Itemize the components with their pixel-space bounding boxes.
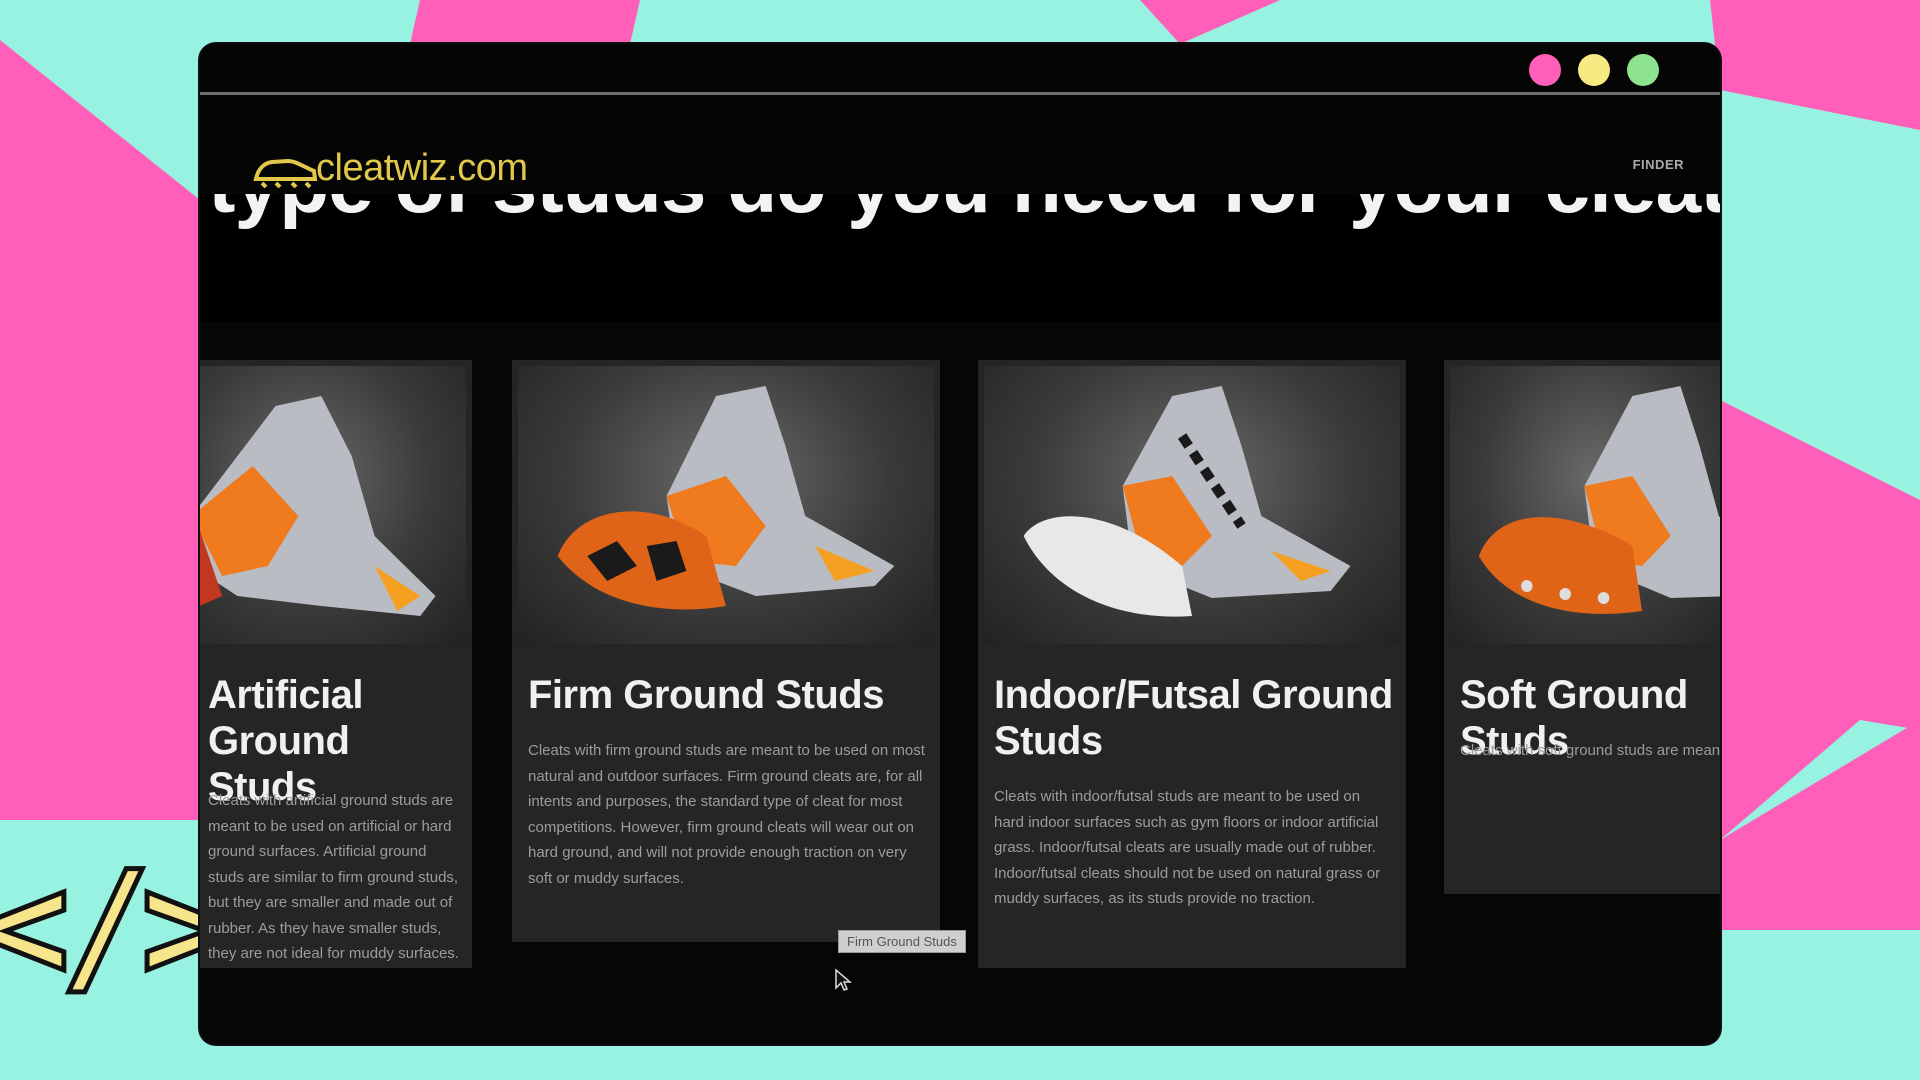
browser-window: cleatwiz.com FINDER What type of studs d… (200, 44, 1720, 1044)
card-image (984, 366, 1400, 644)
card-indoor-futsal[interactable]: Indoor/Futsal Ground Studs Cleats with i… (978, 360, 1406, 968)
card-image (1450, 366, 1720, 644)
close-window-button[interactable] (1529, 54, 1561, 86)
stud-types-section: Artificial Ground Studs Cleats with arti… (200, 322, 1720, 1044)
card-firm-ground[interactable]: Firm Ground Studs Cleats with firm groun… (512, 360, 940, 942)
card-description: Cleats with firm ground studs are meant … (528, 742, 925, 887)
card-description: Cleats with artificial ground studs are … (208, 792, 459, 962)
tooltip: Firm Ground Studs (838, 930, 966, 953)
nav-finder-link[interactable]: FINDER (1633, 157, 1684, 172)
card-description: Cleats with soft ground studs are meant … (1460, 742, 1720, 759)
card-title: Firm Ground Studs (528, 673, 884, 717)
card-artificial-ground[interactable]: Artificial Ground Studs Cleats with arti… (200, 360, 472, 968)
cleat-shoe-icon (253, 158, 318, 188)
site-logo[interactable]: cleatwiz.com (252, 147, 528, 190)
minimize-window-button[interactable] (1578, 54, 1610, 86)
maximize-window-button[interactable] (1627, 54, 1659, 86)
window-titlebar[interactable] (200, 44, 1720, 95)
code-brackets-icon: </> (0, 838, 233, 1017)
card-image (200, 366, 466, 644)
card-description: Cleats with indoor/futsal studs are mean… (994, 788, 1381, 907)
hero-banner: What type of studs do you need for your … (200, 194, 1720, 322)
site-header: cleatwiz.com FINDER (200, 95, 1720, 195)
mouse-cursor-icon (835, 968, 852, 991)
page-heading: What type of studs do you need for your … (200, 194, 1720, 232)
card-soft-ground[interactable]: Soft Ground Studs Cleats with soft groun… (1444, 360, 1720, 894)
card-title: Indoor/Futsal Ground Studs (994, 673, 1393, 763)
site-logo-text: cleatwiz.com (316, 147, 528, 189)
card-image (518, 366, 934, 644)
